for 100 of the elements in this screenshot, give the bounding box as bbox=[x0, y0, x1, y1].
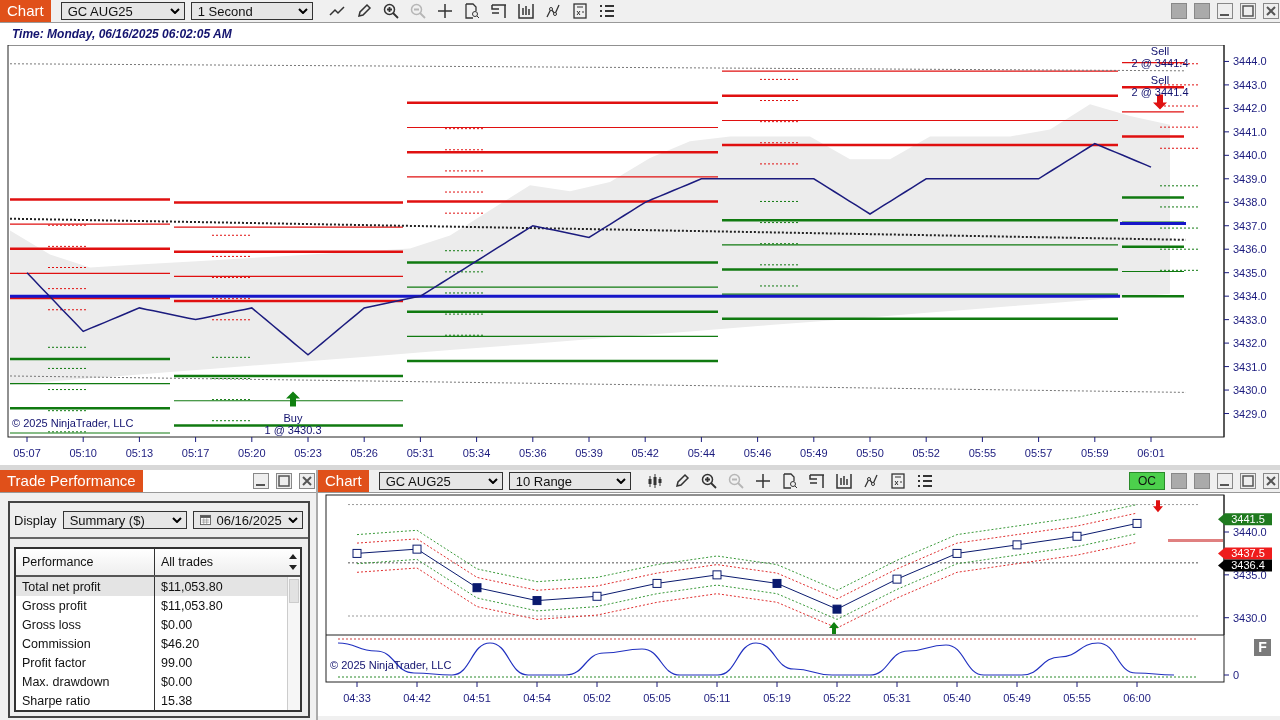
dropdown-icon bbox=[615, 478, 626, 484]
table-cell-text: $0.00 bbox=[160, 673, 194, 691]
minimize-icon[interactable] bbox=[1217, 3, 1233, 19]
close-icon[interactable] bbox=[299, 473, 315, 489]
trade-performance-tab[interactable]: Trade Performance bbox=[0, 470, 143, 492]
price-tick-label: 3444.0 bbox=[1233, 55, 1267, 68]
bar-chart-icon[interactable] bbox=[517, 3, 534, 19]
candlestick-icon[interactable] bbox=[646, 473, 663, 489]
table-cell: Gross profit bbox=[16, 596, 155, 615]
minimize-icon[interactable] bbox=[1217, 473, 1233, 489]
price-bar bbox=[772, 578, 782, 588]
column-header: Performance bbox=[16, 549, 155, 575]
calendar-icon bbox=[199, 514, 211, 526]
crosshair-icon[interactable] bbox=[754, 473, 771, 489]
instrument-dropdown[interactable]: GC AUG25 bbox=[378, 472, 503, 490]
bracket-icon[interactable] bbox=[808, 473, 825, 489]
buy-arrow-icon bbox=[286, 391, 300, 407]
status-badge: OC bbox=[1129, 472, 1165, 490]
maximize-icon[interactable] bbox=[1240, 473, 1256, 489]
calculator-icon[interactable] bbox=[889, 473, 906, 489]
scrollbar[interactable] bbox=[287, 577, 300, 710]
time-tick-label: 05:36 bbox=[519, 447, 547, 459]
document-search-icon[interactable] bbox=[781, 473, 798, 489]
table-row[interactable]: Sharpe ratio 15.38 bbox=[16, 691, 287, 710]
pencil-icon[interactable] bbox=[673, 473, 690, 489]
display-label: Display bbox=[14, 512, 57, 528]
time-tick-label: 06:01 bbox=[1137, 447, 1165, 459]
time-tick-label: 04:54 bbox=[523, 692, 551, 704]
list-icon[interactable] bbox=[598, 3, 615, 19]
interval-dropdown[interactable]: 10 Range bbox=[508, 472, 631, 490]
time-tick-label: 05:31 bbox=[883, 692, 911, 704]
table-row[interactable]: Total net profit $11,053.80 bbox=[16, 577, 287, 596]
dropdown-icon bbox=[287, 517, 298, 523]
table-cell-text: 99.00 bbox=[160, 654, 194, 672]
minimize-icon[interactable] bbox=[253, 473, 269, 489]
price-tick-label: 3432.0 bbox=[1233, 337, 1267, 350]
table-cell: Commission bbox=[16, 634, 155, 653]
trade-label: Sell bbox=[1150, 74, 1170, 86]
price-bar bbox=[532, 596, 542, 606]
price-bar bbox=[1072, 531, 1082, 541]
list-icon[interactable] bbox=[916, 473, 933, 489]
node-line-icon[interactable] bbox=[862, 473, 879, 489]
time-tick-label: 05:23 bbox=[294, 447, 322, 459]
price-bar bbox=[1012, 540, 1022, 550]
chart-tab[interactable]: Chart bbox=[0, 0, 51, 22]
interval-dropdown[interactable]: 1 Second bbox=[190, 2, 313, 20]
price-bar bbox=[352, 548, 362, 558]
table-row[interactable]: Gross loss $0.00 bbox=[16, 615, 287, 634]
maximize-icon[interactable] bbox=[276, 473, 292, 489]
time-tick-label: 05:46 bbox=[743, 447, 772, 459]
time-tick-label: 05:49 bbox=[1003, 692, 1031, 704]
price-tick-label: 3430.0 bbox=[1233, 384, 1267, 397]
time-label: Time: Monday, 06/16/2025 06:02:05 AM bbox=[12, 27, 232, 41]
time-tick-label: 04:33 bbox=[343, 692, 371, 704]
bar-chart-icon[interactable] bbox=[835, 473, 852, 489]
price-bar bbox=[892, 574, 902, 584]
close-icon[interactable] bbox=[1263, 3, 1279, 19]
sell-arrow-icon bbox=[1153, 94, 1167, 110]
trade-label: 1 @ 3430.3 bbox=[264, 424, 322, 436]
zoom-in-icon[interactable] bbox=[382, 3, 399, 19]
bracket-icon[interactable] bbox=[490, 3, 507, 19]
price-bar bbox=[412, 544, 422, 554]
time-tick-label: 05:22 bbox=[823, 692, 851, 704]
maximize-icon[interactable] bbox=[1240, 3, 1256, 19]
document-search-icon[interactable] bbox=[463, 3, 480, 19]
price-tick-label: 3442.0 bbox=[1233, 102, 1267, 115]
table-row[interactable]: Profit factor 99.00 bbox=[16, 653, 287, 672]
close-icon[interactable] bbox=[1263, 473, 1279, 489]
price-bar bbox=[952, 548, 962, 558]
time-tick-label: 06:00 bbox=[1123, 692, 1151, 704]
time-tick-label: 05:40 bbox=[943, 692, 971, 704]
table-cell-text: $11,053.80 bbox=[160, 578, 224, 596]
display-dropdown[interactable]: Summary ($) bbox=[62, 511, 187, 529]
time-tick-label: 05:05 bbox=[643, 692, 671, 704]
time-tick-label: 04:51 bbox=[463, 692, 491, 704]
chart-tab[interactable]: Chart bbox=[318, 470, 369, 492]
node-line-icon[interactable] bbox=[544, 3, 561, 19]
price-badge: 3437.5 bbox=[1218, 547, 1272, 560]
scroll-thumb[interactable] bbox=[289, 579, 299, 603]
copyright-text: © 2025 NinjaTrader, LLC bbox=[12, 417, 134, 429]
price-tick-label: 3440.0 bbox=[1233, 526, 1267, 538]
price-tick-label: 3441.0 bbox=[1233, 125, 1267, 138]
table-row[interactable]: Commission $46.20 bbox=[16, 634, 287, 653]
date-picker[interactable]: 06/16/2025 bbox=[192, 511, 303, 529]
zoom-in-icon[interactable] bbox=[700, 473, 717, 489]
crosshair-icon[interactable] bbox=[436, 3, 453, 19]
time-tick-label: 05:57 bbox=[1024, 447, 1053, 459]
instrument-dropdown[interactable]: GC AUG25 bbox=[60, 2, 185, 20]
calculator-icon[interactable] bbox=[571, 3, 588, 19]
table-row[interactable]: Gross profit $11,053.80 bbox=[16, 596, 287, 615]
pencil-icon[interactable] bbox=[355, 3, 372, 19]
panel-f-button[interactable]: F bbox=[1254, 639, 1271, 656]
price-tick-label: 3438.0 bbox=[1233, 196, 1267, 209]
price-bar bbox=[832, 604, 842, 614]
sell-arrow-icon bbox=[1153, 500, 1163, 513]
table-row[interactable]: Max. drawdown $0.00 bbox=[16, 672, 287, 691]
price-tick-label: 3443.0 bbox=[1233, 78, 1267, 91]
price-tick-label: 3433.0 bbox=[1233, 313, 1267, 326]
sort-arrows-icon[interactable] bbox=[289, 552, 297, 572]
dropdown-icon bbox=[171, 517, 182, 523]
